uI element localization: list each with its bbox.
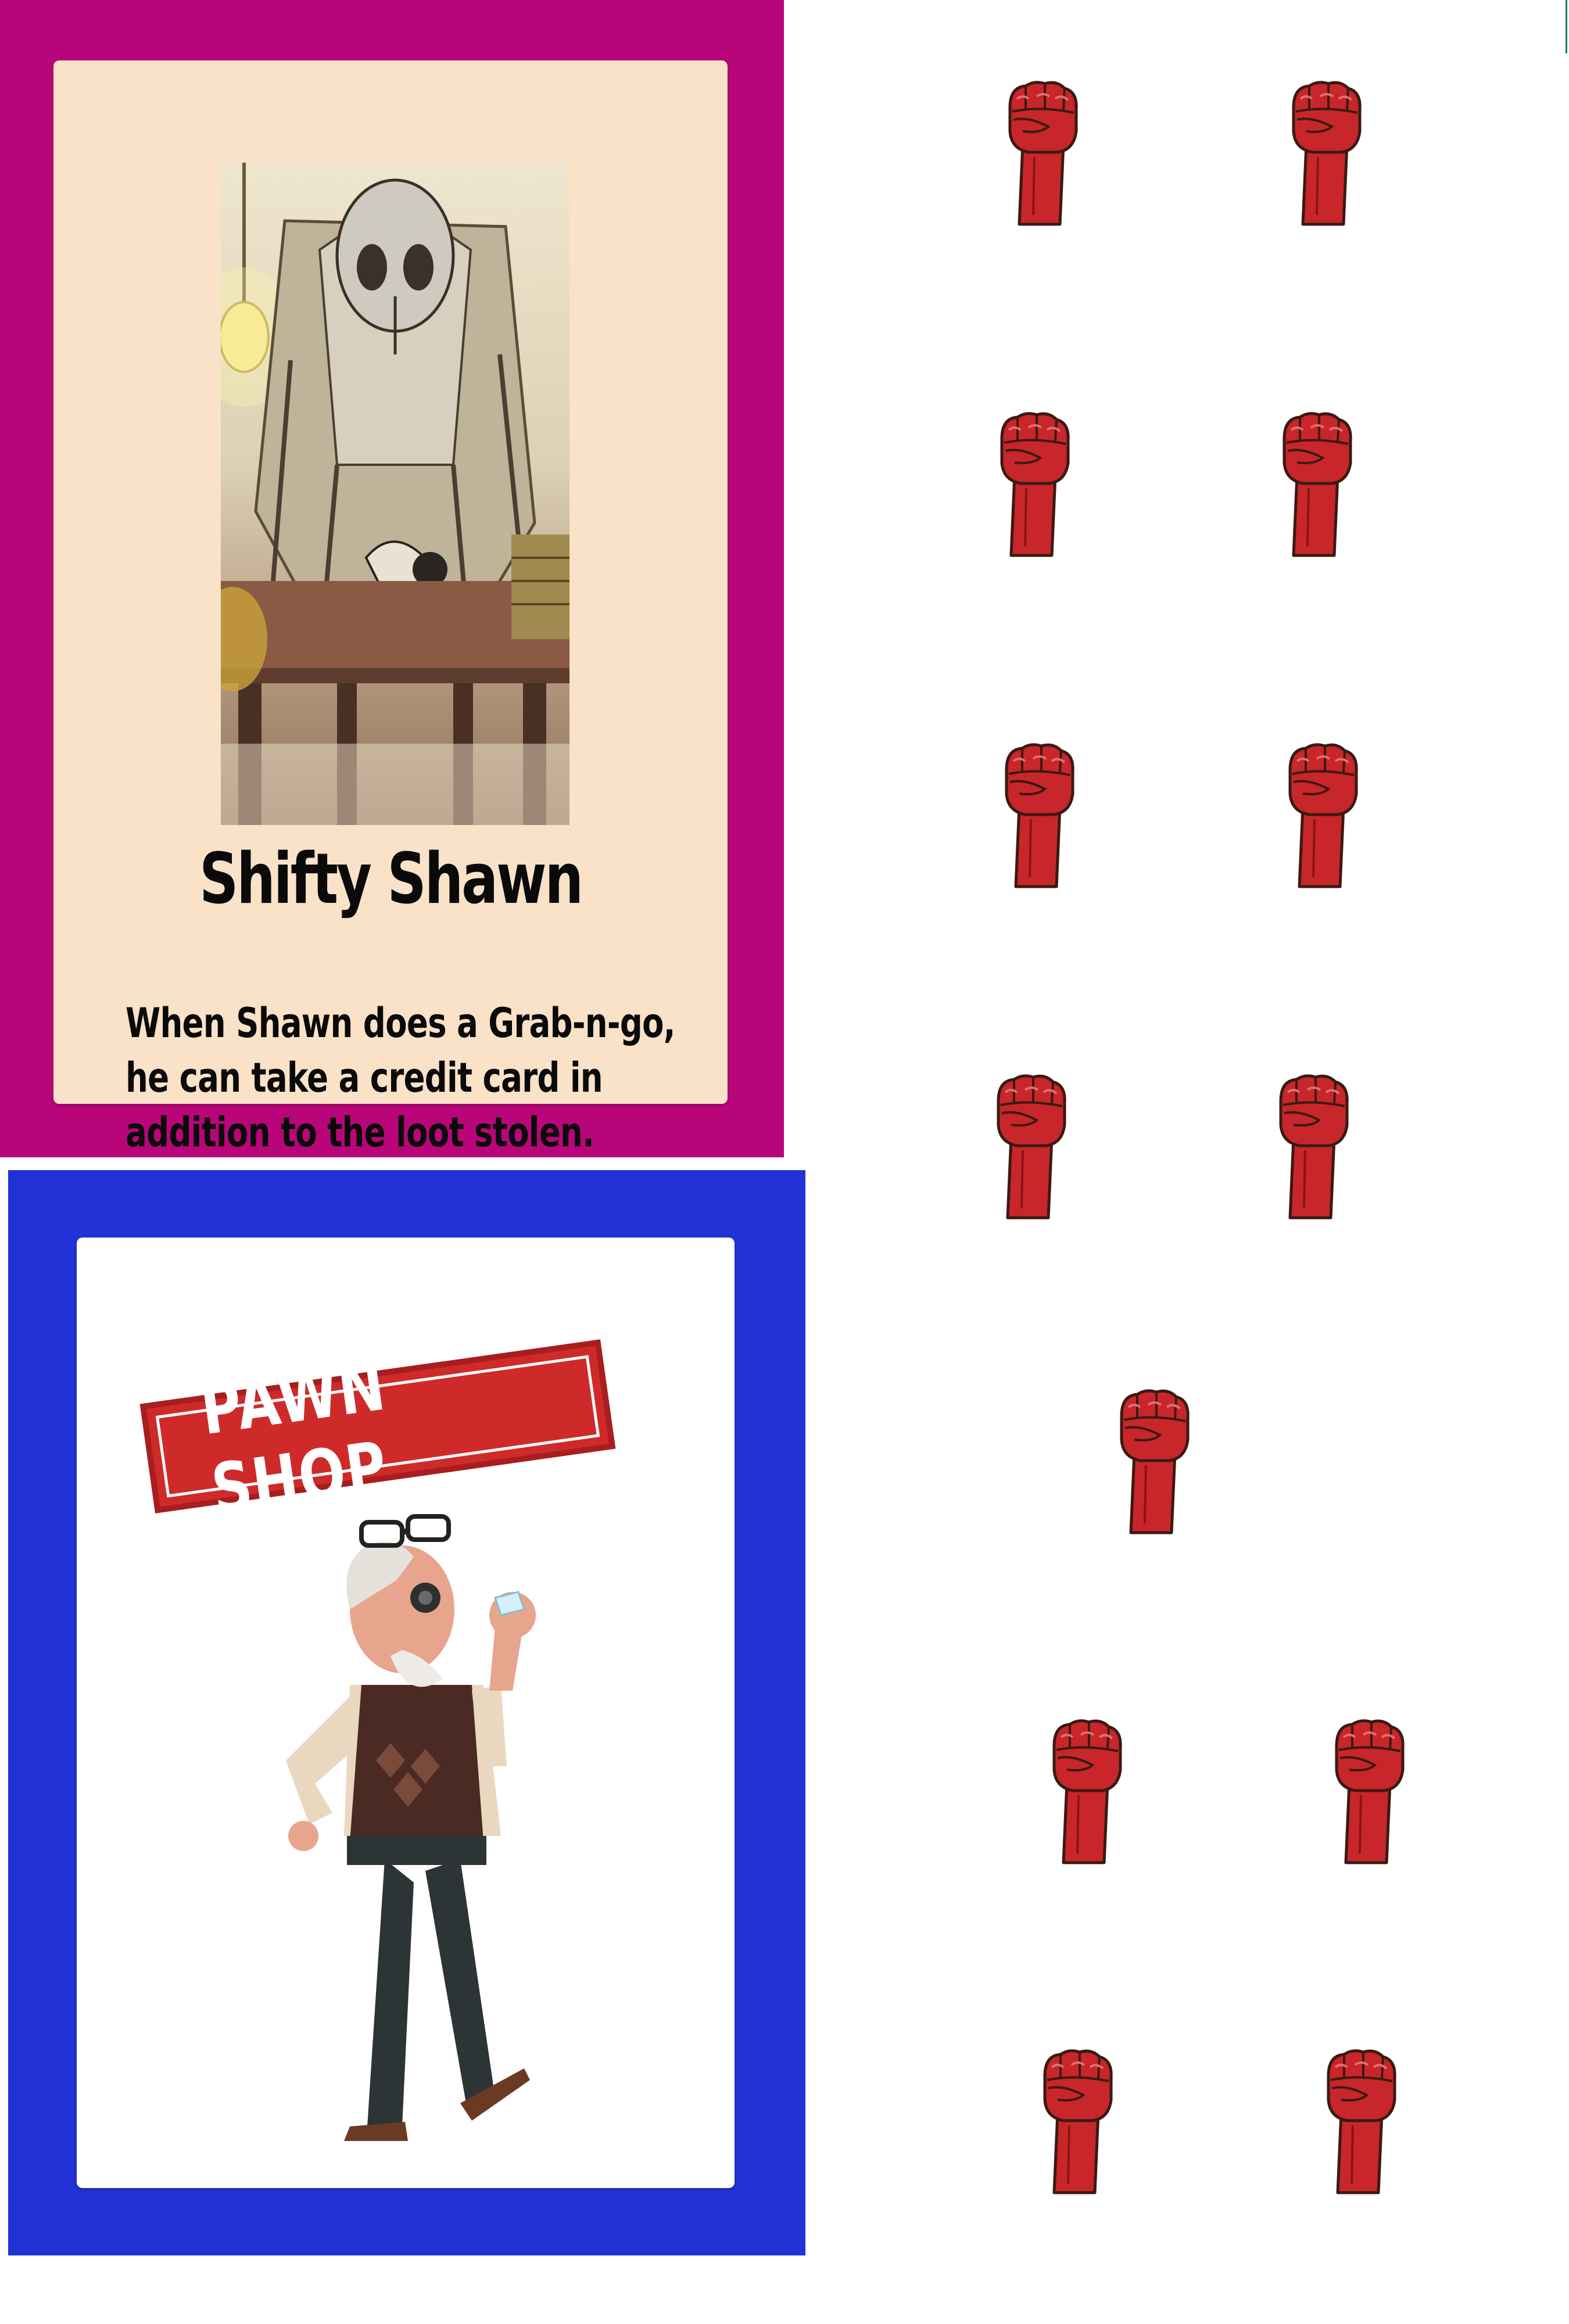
card-face: Shifty Shawn When Shawn does a Grab-n-go…	[53, 60, 728, 1156]
pawn-shop-sign: PAWN SHOP	[139, 1339, 616, 1530]
ability-line: he can take a credit card in	[126, 1054, 603, 1102]
raised-fist-icon[interactable]	[1111, 1384, 1198, 1535]
raised-fist-icon[interactable]	[991, 407, 1079, 558]
card-face: PAWN SHOP	[77, 1238, 735, 2188]
pawn-shop-card[interactable]: PAWN SHOP	[8, 1170, 805, 2255]
shifty-shawn-card[interactable]: Shifty Shawn When Shawn does a Grab-n-go…	[0, 0, 784, 1157]
card-title: Shifty Shawn	[199, 839, 583, 920]
ability-line: When Shawn does a Grab-n-go,	[126, 999, 675, 1047]
raised-fist-icon[interactable]	[1274, 407, 1361, 558]
raised-fist-icon[interactable]	[1000, 76, 1087, 227]
raised-fist-icon[interactable]	[1034, 2044, 1122, 2195]
raised-fist-icon[interactable]	[996, 738, 1083, 889]
card-ability-text: When Shawn does a Grab-n-go, he can take…	[126, 996, 675, 1160]
raised-fist-icon[interactable]	[1280, 738, 1367, 889]
raised-fist-icon[interactable]	[1283, 76, 1370, 227]
raised-fist-icon[interactable]	[1044, 1714, 1131, 1865]
ability-line: addition to the loot stolen.	[126, 1109, 594, 1156]
raised-fist-icon[interactable]	[1318, 2044, 1405, 2195]
raised-fist-icon[interactable]	[1270, 1069, 1357, 1220]
raised-fist-icon[interactable]	[988, 1069, 1075, 1220]
alien-shopkeeper-illustration	[221, 163, 569, 825]
edge-marker	[1566, 0, 1567, 53]
sign-label: PAWN SHOP	[195, 1345, 393, 1530]
raised-fist-icon[interactable]	[1326, 1714, 1413, 1865]
old-man-jeweler-illustration	[251, 1511, 600, 2150]
